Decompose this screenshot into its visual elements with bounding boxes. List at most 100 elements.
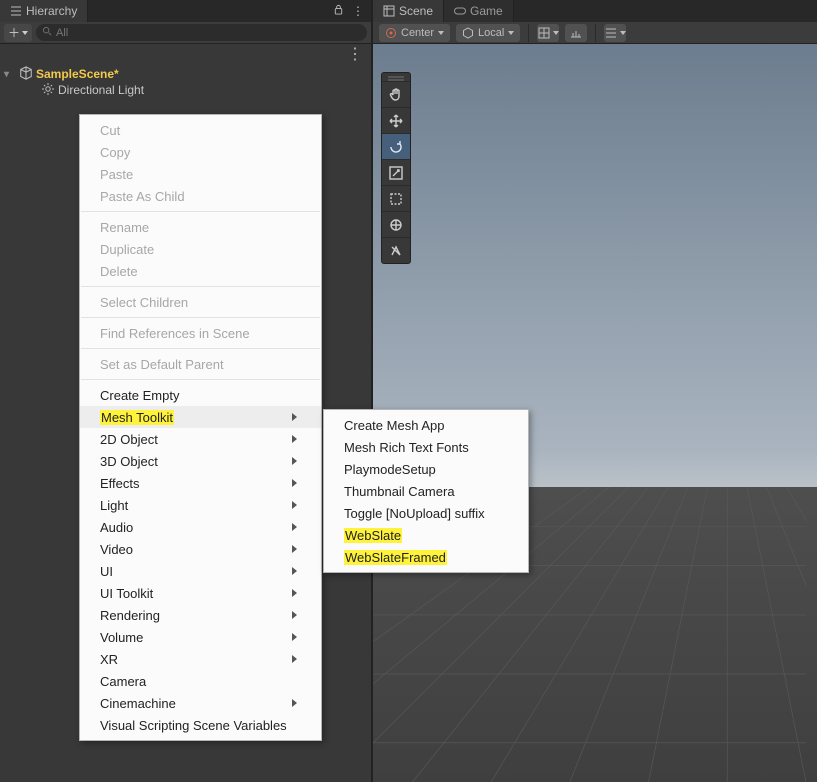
tool-rotate-button[interactable]	[382, 133, 410, 159]
ctx-playmodesetup[interactable]: PlaymodeSetup	[324, 458, 528, 480]
ctx-create-empty[interactable]: Create Empty	[80, 384, 321, 406]
ctx-camera[interactable]: Camera	[80, 670, 321, 692]
context-menu-separator	[81, 211, 320, 212]
ctx-item-label: Paste	[100, 167, 133, 182]
ctx-item-label: Toggle [NoUpload] suffix	[344, 506, 485, 521]
chevron-down-icon	[553, 31, 559, 35]
ctx-item-label: Rendering	[100, 608, 160, 623]
context-menu-separator	[81, 286, 320, 287]
kebab-icon[interactable]: ⋮	[347, 44, 363, 64]
ctx-effects[interactable]: Effects	[80, 472, 321, 494]
ctx-item-label: Thumbnail Camera	[344, 484, 455, 499]
ctx-item-label: Duplicate	[100, 242, 154, 257]
ctx-item-label: Copy	[100, 145, 130, 160]
scene-tool-palette	[381, 72, 411, 264]
context-menu-separator	[81, 379, 320, 380]
hierarchy-search-input[interactable]: All	[36, 24, 367, 41]
ctx-xr[interactable]: XR	[80, 648, 321, 670]
tool-transform-button[interactable]	[382, 211, 410, 237]
scene-icon	[383, 5, 395, 17]
ctx-item-label: Create Mesh App	[344, 418, 444, 433]
ctx-item-label: Video	[100, 542, 133, 557]
ctx-duplicate: Duplicate	[80, 238, 321, 260]
lock-icon[interactable]	[333, 4, 344, 18]
ctx-light[interactable]: Light	[80, 494, 321, 516]
ctx-item-label: Volume	[100, 630, 143, 645]
ctx-visual-scripting-scene-variables[interactable]: Visual Scripting Scene Variables	[80, 714, 321, 736]
ctx-video[interactable]: Video	[80, 538, 321, 560]
pivot-mode-button[interactable]: Center	[379, 24, 450, 42]
hierarchy-toolbar: ＋ All	[0, 22, 371, 44]
hierarchy-tab[interactable]: Hierarchy	[0, 0, 88, 22]
light-icon	[40, 83, 56, 98]
local-space-icon	[462, 27, 474, 39]
scene-tab[interactable]: Scene	[373, 0, 444, 22]
ctx-paste: Paste	[80, 163, 321, 185]
ctx-item-label: Find References in Scene	[100, 326, 250, 341]
ctx-2d-object[interactable]: 2D Object	[80, 428, 321, 450]
chevron-right-icon	[292, 633, 297, 641]
search-placeholder: All	[56, 27, 68, 39]
ctx-find-references-in-scene: Find References in Scene	[80, 322, 321, 344]
kebab-icon[interactable]: ⋮	[352, 4, 363, 18]
space-label: Local	[478, 27, 504, 39]
scene-name: SampleScene*	[36, 67, 119, 81]
space-mode-button[interactable]: Local	[456, 24, 520, 42]
create-button[interactable]: ＋	[4, 24, 32, 42]
ctx-toggle-noupload-suffix[interactable]: Toggle [NoUpload] suffix	[324, 502, 528, 524]
tool-scale-button[interactable]	[382, 159, 410, 185]
tool-move-button[interactable]	[382, 107, 410, 133]
ctx-mesh-toolkit[interactable]: Mesh Toolkit	[80, 406, 321, 428]
chevron-right-icon	[292, 567, 297, 575]
ctx-volume[interactable]: Volume	[80, 626, 321, 648]
game-tab-label: Game	[470, 4, 503, 18]
tool-rect-button[interactable]	[382, 185, 410, 211]
ctx-item-label: XR	[100, 652, 118, 667]
ctx-item-label: UI	[100, 564, 113, 579]
scene-row[interactable]: ▾ SampleScene*	[0, 66, 371, 82]
ctx-item-label: Delete	[100, 264, 138, 279]
chevron-down-icon[interactable]: ▾	[4, 69, 16, 80]
ctx-item-label: UI Toolkit	[100, 586, 153, 601]
ctx-item-label: 3D Object	[100, 454, 158, 469]
ctx-item-label: Create Empty	[100, 388, 179, 403]
tool-custom-button[interactable]	[382, 237, 410, 263]
ctx-select-children: Select Children	[80, 291, 321, 313]
grid-snap-button[interactable]	[537, 24, 559, 42]
ctx-webslate[interactable]: WebSlate	[324, 524, 528, 546]
ctx-cinemachine[interactable]: Cinemachine	[80, 692, 321, 714]
snap-settings-button[interactable]	[604, 24, 626, 42]
ctx-ui[interactable]: UI	[80, 560, 321, 582]
ctx-set-as-default-parent: Set as Default Parent	[80, 353, 321, 375]
scene-panel: Scene Game Center Lo	[373, 0, 817, 782]
chevron-right-icon	[292, 611, 297, 619]
mesh-toolkit-submenu: Create Mesh App Mesh Rich Text FontsPlaym…	[323, 409, 529, 573]
snap-increment-button[interactable]	[565, 24, 587, 42]
chevron-right-icon	[292, 479, 297, 487]
ctx-webslateframed[interactable]: WebSlateFramed	[324, 546, 528, 568]
chevron-right-icon	[292, 457, 297, 465]
ctx-create-mesh-app[interactable]: Create Mesh App	[324, 414, 528, 436]
pivot-label: Center	[401, 27, 434, 39]
gameobject-row[interactable]: Directional Light	[0, 82, 371, 98]
hierarchy-tab-label: Hierarchy	[26, 4, 77, 18]
hierarchy-context-menu: CutCopyPastePaste As ChildRenameDuplicat…	[79, 114, 322, 741]
ctx-audio[interactable]: Audio	[80, 516, 321, 538]
ctx-mesh-rich-text-fonts[interactable]: Mesh Rich Text Fonts	[324, 436, 528, 458]
ctx-ui-toolkit[interactable]: UI Toolkit	[80, 582, 321, 604]
game-tab[interactable]: Game	[444, 0, 514, 22]
ctx-thumbnail-camera[interactable]: Thumbnail Camera	[324, 480, 528, 502]
scene-tab-label: Scene	[399, 4, 433, 18]
plus-icon: ＋	[8, 24, 20, 41]
chevron-right-icon	[292, 413, 297, 421]
ctx-rendering[interactable]: Rendering	[80, 604, 321, 626]
ctx-3d-object[interactable]: 3D Object	[80, 450, 321, 472]
ctx-copy: Copy	[80, 141, 321, 163]
ctx-item-label: Mesh Toolkit	[100, 410, 174, 425]
ctx-item-label: Effects	[100, 476, 140, 491]
tool-hand-button[interactable]	[382, 81, 410, 107]
chevron-right-icon	[292, 699, 297, 707]
palette-grip[interactable]	[382, 73, 410, 81]
chevron-down-icon	[508, 31, 514, 35]
ctx-item-label: Set as Default Parent	[100, 357, 224, 372]
